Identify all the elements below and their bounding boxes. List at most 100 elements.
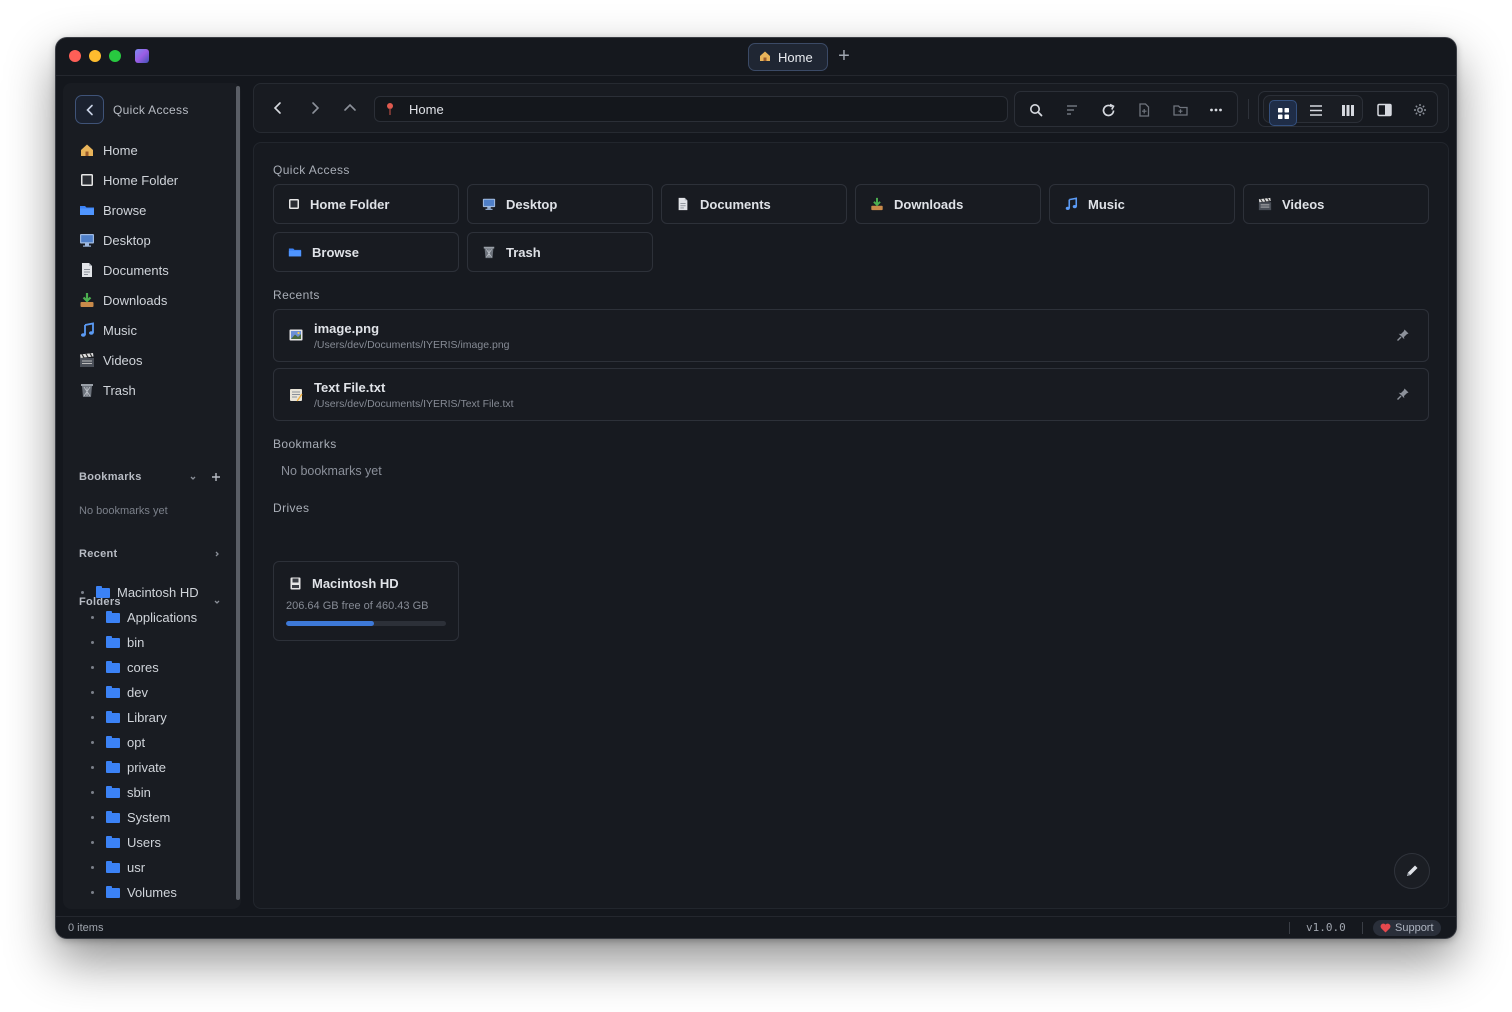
sidebar-item-label: Desktop	[103, 232, 151, 248]
sidebar-item-home[interactable]: Home	[79, 135, 234, 165]
sidebar-quick-list: Home Home Folder Browse Desktop Document…	[79, 135, 234, 405]
new-tab-button[interactable]: +	[834, 46, 854, 66]
maximize-window-button[interactable]	[109, 50, 121, 62]
quick-access-desktop[interactable]: Desktop	[467, 184, 653, 224]
tree-expand-toggle[interactable]	[91, 866, 94, 869]
new-folder-button[interactable]	[1169, 99, 1191, 121]
tree-expand-toggle[interactable]	[91, 691, 94, 694]
sidebar-item-videos[interactable]: Videos	[79, 345, 234, 375]
up-button[interactable]	[339, 97, 361, 119]
add-bookmark-icon	[212, 473, 220, 481]
quick-access-browse[interactable]: Browse	[273, 232, 459, 272]
folder-icon	[288, 248, 302, 257]
sidebar-item-browse[interactable]: Browse	[79, 195, 234, 225]
tree-item-label: cores	[127, 660, 159, 675]
app-window: Home + Quick Access Home Home Folder Bro…	[56, 38, 1456, 938]
recent-section-header[interactable]: Recent	[79, 548, 221, 560]
drive-card[interactable]: Macintosh HD 206.64 GB free of 460.43 GB	[273, 561, 459, 641]
recent-item[interactable]: image.png /Users/dev/Documents/IYERIS/im…	[273, 309, 1429, 362]
tree-item-usr[interactable]: usr	[79, 855, 239, 880]
tree-item-label: System	[127, 810, 171, 825]
tree-item-root[interactable]: Macintosh HD	[79, 580, 239, 605]
sidebar-item-music[interactable]: Music	[79, 315, 234, 345]
more-button[interactable]	[1205, 99, 1227, 121]
quick-access-documents[interactable]: Documents	[661, 184, 847, 224]
recent-item[interactable]: Text File.txt /Users/dev/Documents/IYERI…	[273, 368, 1429, 421]
tree-item-sbin[interactable]: sbin	[79, 780, 239, 805]
tree-item-system[interactable]: System	[79, 805, 239, 830]
tab-home[interactable]: Home	[748, 43, 828, 71]
tree-expand-toggle[interactable]	[91, 716, 94, 719]
tree-expand-toggle[interactable]	[91, 741, 94, 744]
grid-view-button[interactable]	[1269, 100, 1297, 126]
sidebar-item-downloads[interactable]: Downloads	[79, 285, 234, 315]
bookmarks-actions	[189, 472, 221, 482]
pin-button[interactable]	[1396, 328, 1410, 345]
tree-item-users[interactable]: Users	[79, 830, 239, 855]
settings-button[interactable]	[1409, 99, 1431, 121]
sort-button[interactable]	[1061, 99, 1083, 121]
quick-access-downloads[interactable]: Downloads	[855, 184, 1041, 224]
chevron-left-icon	[273, 102, 281, 114]
column-view-button[interactable]	[1337, 99, 1359, 121]
edit-button[interactable]	[1394, 853, 1430, 889]
quick-access-trash[interactable]: Trash	[467, 232, 653, 272]
list-view-button[interactable]	[1305, 99, 1327, 121]
pencil-icon	[1407, 865, 1418, 876]
tree-item-dev[interactable]: dev	[79, 680, 239, 705]
recent-section-title: Recent	[79, 548, 118, 560]
gear-icon	[1414, 104, 1426, 116]
sidebar: Quick Access Home Home Folder Browse Des…	[63, 83, 241, 909]
tree-expand-toggle[interactable]	[91, 666, 94, 669]
tree-expand-toggle[interactable]	[91, 791, 94, 794]
sidebar-item-desktop[interactable]: Desktop	[79, 225, 234, 255]
tree-item-volumes[interactable]: Volumes	[79, 880, 239, 905]
tree-expand-toggle[interactable]	[91, 766, 94, 769]
sidebar-scrollbar[interactable]	[236, 86, 240, 900]
quick-access-videos[interactable]: Videos	[1243, 184, 1429, 224]
bookmarks-section-header[interactable]: Bookmarks	[79, 471, 221, 483]
sidebar-item-home-folder[interactable]: Home Folder	[79, 165, 234, 195]
tree-expand-toggle[interactable]	[81, 591, 84, 594]
tree-item-opt[interactable]: opt	[79, 730, 239, 755]
toolbar-divider	[1248, 99, 1249, 119]
tree-expand-toggle[interactable]	[91, 841, 94, 844]
close-window-button[interactable]	[69, 50, 81, 62]
search-button[interactable]	[1025, 99, 1047, 121]
tree-item-library[interactable]: Library	[79, 705, 239, 730]
recent-item-path: /Users/dev/Documents/IYERIS/Text File.tx…	[314, 398, 514, 410]
preview-pane-button[interactable]	[1373, 99, 1395, 121]
tree-item-cores[interactable]: cores	[79, 655, 239, 680]
tree-expand-toggle[interactable]	[91, 616, 94, 619]
support-button[interactable]: Support	[1373, 920, 1441, 936]
sidebar-item-trash[interactable]: Trash	[79, 375, 234, 405]
tree-expand-toggle[interactable]	[91, 891, 94, 894]
desktop-icon	[482, 198, 496, 210]
minimize-window-button[interactable]	[89, 50, 101, 62]
quick-access-music[interactable]: Music	[1049, 184, 1235, 224]
app-logo-icon	[135, 49, 149, 63]
quick-access-home-folder[interactable]: Home Folder	[273, 184, 459, 224]
desktop-icon	[80, 234, 94, 247]
new-file-button[interactable]	[1133, 99, 1155, 121]
grid-view-icon	[1277, 107, 1289, 119]
forward-button[interactable]	[304, 97, 326, 119]
pin-button[interactable]	[1396, 387, 1410, 404]
tree-expand-toggle[interactable]	[91, 641, 94, 644]
sidebar-item-label: Downloads	[103, 292, 168, 308]
sidebar-item-documents[interactable]: Documents	[79, 255, 234, 285]
quick-access-label: Home Folder	[310, 196, 390, 212]
tree-item-applications[interactable]: Applications	[79, 605, 239, 630]
more-icon	[1210, 108, 1222, 112]
back-button[interactable]	[267, 97, 289, 119]
path-bar[interactable]: Home	[374, 96, 1008, 122]
column-view-icon	[1342, 104, 1354, 116]
view-tool-group	[1258, 91, 1438, 127]
status-divider	[1289, 922, 1290, 934]
tree-item-private[interactable]: private	[79, 755, 239, 780]
tree-item-bin[interactable]: bin	[79, 630, 239, 655]
sidebar-back-button[interactable]	[75, 95, 104, 124]
drive-free-space: 206.64 GB free of 460.43 GB	[286, 600, 429, 612]
tree-expand-toggle[interactable]	[91, 816, 94, 819]
refresh-button[interactable]	[1097, 99, 1119, 121]
